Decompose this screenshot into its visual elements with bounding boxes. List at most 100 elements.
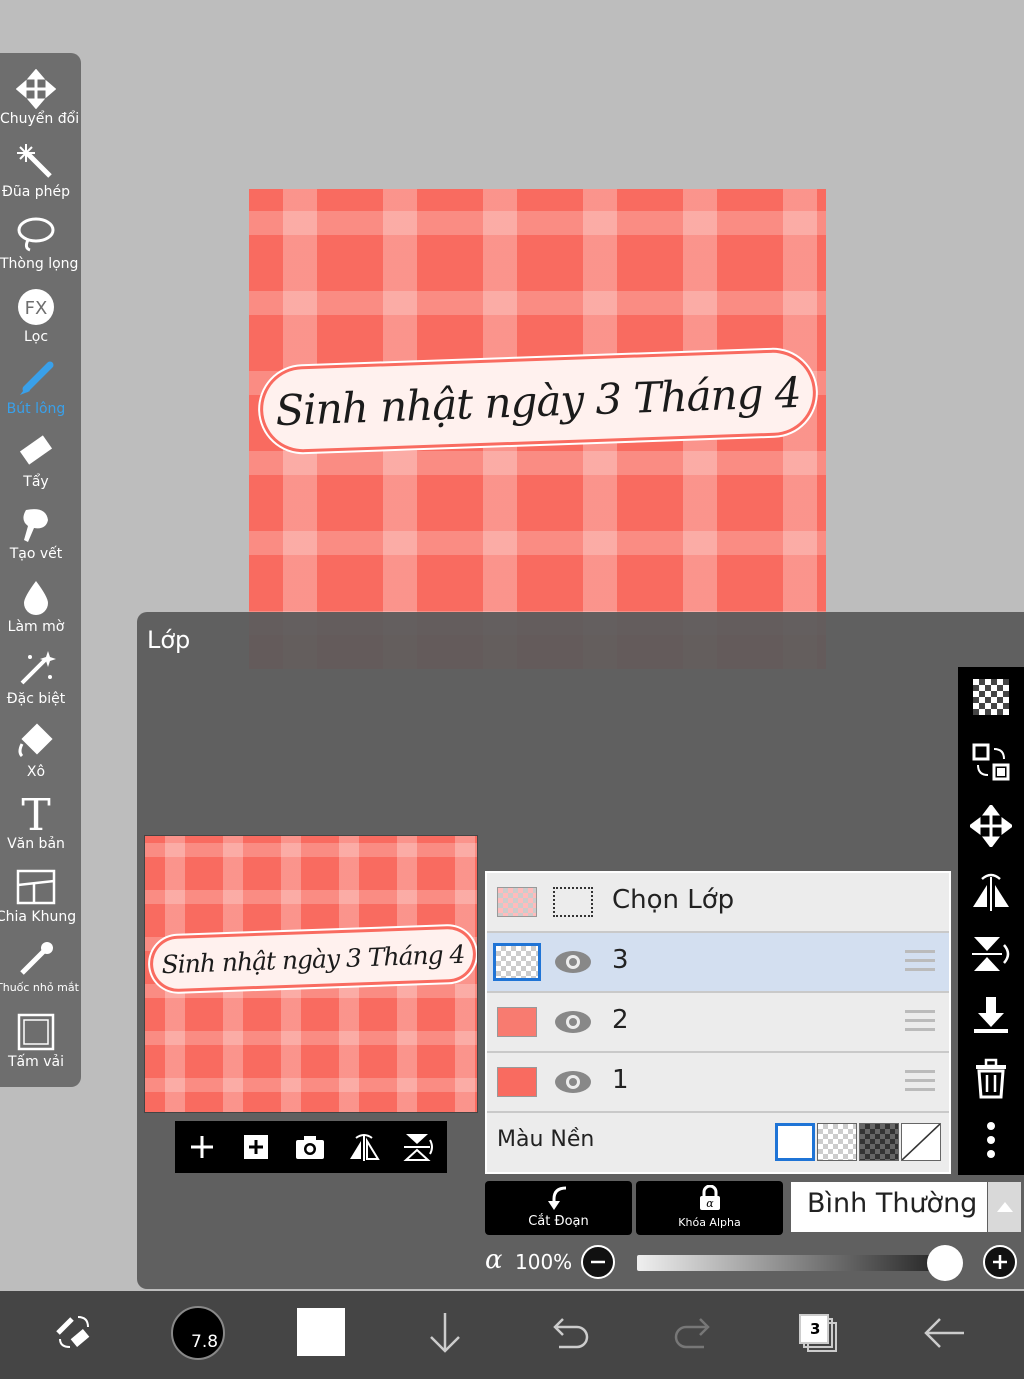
- layer-thumbnail: [497, 1007, 537, 1037]
- primary-color-swatch[interactable]: [297, 1308, 345, 1356]
- tool-label: Thuốc nhỏ mắt: [0, 981, 79, 994]
- eye-icon[interactable]: [553, 1007, 593, 1037]
- tool-move[interactable]: Chuyển đổi: [0, 65, 81, 137]
- tool-special[interactable]: Đặc biệt: [0, 645, 81, 717]
- opacity-row: α 100%: [485, 1243, 1020, 1283]
- add-layer-copy-button[interactable]: [229, 1121, 283, 1173]
- tool-label: Đặc biệt: [6, 691, 66, 707]
- flip-horizontal-button[interactable]: [337, 1121, 391, 1173]
- app-root: Chuyển đổi Đũa phép Thòng lọng FX Lọc Bú…: [0, 0, 1024, 1379]
- eyedropper-icon: [20, 942, 53, 975]
- fx-filter-icon: FX: [18, 289, 54, 325]
- flip-vertical-button[interactable]: [391, 1121, 445, 1173]
- merge-down-icon[interactable]: [970, 995, 1012, 1037]
- blend-mode-dropdown[interactable]: [988, 1182, 1021, 1232]
- eraser-icon: [19, 435, 53, 465]
- layer-row[interactable]: 1: [487, 1053, 949, 1113]
- tool-filter[interactable]: FX Lọc: [0, 283, 81, 355]
- blur-drop-icon: [24, 581, 48, 615]
- plus-icon: [191, 1136, 213, 1158]
- layer-name: 3: [612, 945, 629, 975]
- chevron-up-icon: [997, 1202, 1013, 1212]
- opacity-slider-knob[interactable]: [927, 1245, 963, 1281]
- background-dark-checker-swatch[interactable]: [859, 1123, 899, 1161]
- tool-label: Tạo vết: [9, 546, 63, 562]
- svg-text:α: α: [706, 1197, 714, 1210]
- swap-layer-icon[interactable]: [970, 741, 1012, 783]
- move-icon: [16, 69, 56, 109]
- layer-row[interactable]: 2: [487, 993, 949, 1053]
- transparency-checker-button[interactable]: [973, 679, 1009, 715]
- opacity-slider[interactable]: [637, 1255, 945, 1271]
- text-icon: T: [21, 794, 50, 834]
- brush-eraser-swap-icon[interactable]: [44, 1303, 104, 1363]
- camera-icon: [296, 1136, 324, 1159]
- flip-layer-vertical-icon[interactable]: [970, 933, 1012, 975]
- layer-name: 1: [612, 1065, 629, 1095]
- background-none-swatch[interactable]: [901, 1123, 941, 1161]
- tool-label: Văn bản: [7, 836, 65, 852]
- opacity-decrease-button[interactable]: [581, 1245, 615, 1279]
- tool-text[interactable]: T Văn bản: [0, 790, 81, 862]
- tool-smudge[interactable]: Tạo vết: [0, 500, 81, 572]
- magic-wand-icon: [17, 144, 52, 178]
- arrow-down-icon[interactable]: [415, 1303, 475, 1363]
- blend-mode-select[interactable]: Bình Thường: [791, 1182, 987, 1232]
- canvas-icon: [17, 1013, 55, 1051]
- add-square-icon: [244, 1135, 268, 1159]
- layer-thumbnail: [497, 1067, 537, 1097]
- clip-button[interactable]: Cắt Đoạn: [485, 1181, 632, 1235]
- brush-icon: [20, 361, 54, 395]
- minus-icon: [591, 1260, 605, 1264]
- tool-label: Tấm vải: [8, 1054, 64, 1070]
- drag-handle-icon[interactable]: [905, 1010, 935, 1034]
- drag-handle-icon[interactable]: [905, 950, 935, 974]
- undo-icon[interactable]: [539, 1303, 599, 1363]
- trash-icon[interactable]: [970, 1057, 1012, 1099]
- background-color-row: Màu Nền: [487, 1113, 949, 1173]
- tool-frame-divider[interactable]: Chia Khung: [0, 863, 81, 935]
- drag-handle-icon[interactable]: [905, 1070, 935, 1094]
- layer-tool-strip: [958, 667, 1024, 1175]
- layer-panel-title: Lớp: [147, 626, 191, 654]
- layer-actions-bar: [175, 1121, 447, 1173]
- alpha-lock-button[interactable]: α Khóa Alpha: [636, 1181, 783, 1235]
- tool-label: Làm mờ: [7, 619, 65, 635]
- tool-canvas[interactable]: Tấm vải: [0, 1008, 81, 1080]
- tool-sidebar: Chuyển đổi Đũa phép Thòng lọng FX Lọc Bú…: [0, 53, 81, 1087]
- layer-preview: Sinh nhật ngày 3 Tháng 4: [144, 835, 478, 1113]
- import-photo-button[interactable]: [283, 1121, 337, 1173]
- alpha-lock-label: Khóa Alpha: [678, 1216, 741, 1229]
- tool-label: Chuyển đổi: [0, 111, 80, 127]
- tool-magic-wand[interactable]: Đũa phép: [0, 138, 81, 210]
- tool-label: Tẩy: [23, 474, 49, 490]
- eye-icon[interactable]: [553, 947, 593, 977]
- flip-layer-horizontal-icon[interactable]: [970, 869, 1012, 911]
- tool-lasso[interactable]: Thòng lọng: [0, 210, 81, 282]
- flip-vertical-icon: [403, 1134, 433, 1161]
- bucket-icon: [18, 723, 53, 758]
- svg-text:FX: FX: [25, 298, 48, 319]
- opacity-value: 100%: [515, 1250, 573, 1274]
- tool-eyedropper[interactable]: Thuốc nhỏ mắt: [0, 935, 81, 1007]
- opacity-increase-button[interactable]: [983, 1245, 1017, 1279]
- more-options-icon[interactable]: [970, 1119, 1012, 1161]
- tool-blur[interactable]: Làm mờ: [0, 573, 81, 645]
- eye-icon[interactable]: [553, 1067, 593, 1097]
- add-layer-button[interactable]: [175, 1121, 229, 1173]
- tool-label: Lọc: [23, 329, 49, 345]
- tool-bucket[interactable]: Xô: [0, 718, 81, 790]
- background-white-swatch[interactable]: [775, 1123, 815, 1161]
- alpha-symbol: α: [485, 1245, 503, 1275]
- special-effect-icon: [20, 651, 56, 685]
- background-transparent-swatch[interactable]: [817, 1123, 857, 1161]
- redo-icon[interactable]: [664, 1303, 724, 1363]
- layer-list: Chọn Lớp 3 2 1 Màu Nền: [485, 871, 951, 1174]
- back-arrow-icon[interactable]: [914, 1303, 974, 1363]
- tool-brush[interactable]: Bút lông: [0, 355, 81, 427]
- move-layer-icon[interactable]: [970, 805, 1012, 847]
- tool-eraser[interactable]: Tẩy: [0, 428, 81, 500]
- drawing-canvas[interactable]: Sinh nhật ngày 3 Tháng 4: [249, 189, 826, 669]
- layer-row[interactable]: 3: [487, 933, 949, 993]
- select-layer-row[interactable]: Chọn Lớp: [487, 873, 949, 933]
